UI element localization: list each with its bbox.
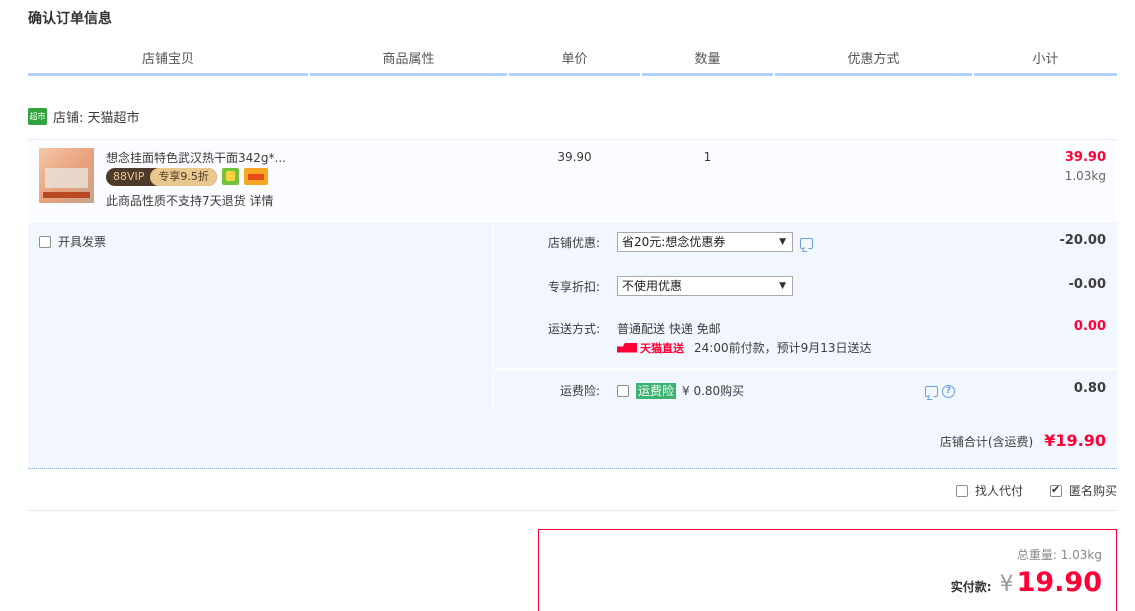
divider [28,510,1117,511]
exclusive-discount-row: 专享折扣: 不使用优惠 ▼ -0.00 [495,266,1117,308]
shop-total-label: 店铺合计(含运费) [939,435,1034,449]
product-thumbnail[interactable] [39,148,94,203]
pay-value: 19.90 [1016,567,1102,598]
quantity: 1 [703,150,712,164]
find-payer-label: 找人代付 [974,484,1023,498]
exclusive-discount-select[interactable]: 不使用优惠 ▼ [617,276,793,296]
invoice-section: 开具发票 [28,222,494,412]
order-item-row: 想念挂面特色武汉热干面342g*... 88VIP 专享9.5折 此商品性质不支… [28,139,1117,220]
help-icon[interactable]: ? [942,385,955,398]
actual-payment: 实付款: ¥ 19.90 [951,567,1102,598]
tmall-supermarket-icon: 超市 [28,107,47,125]
order-table-header: 店铺宝贝 商品属性 单价 数量 优惠方式 小计 [28,50,1117,76]
pay-currency: ¥ [999,572,1014,597]
insurance-amount: 0.80 [1073,381,1106,396]
exclusive-discount-amount: -0.00 [1068,277,1106,292]
store-discount-select[interactable]: 省20元:想念优惠券 ▼ [617,232,793,252]
shipping-row: 运送方式: 普通配送 快递 免邮 天猫直送 24:00前付款，预计9月13日送达… [495,308,1117,369]
header-unit-price: 单价 [509,50,640,76]
header-attributes: 商品属性 [310,50,507,76]
vip-discount-text: 专享9.5折 [150,167,217,186]
comment-icon[interactable] [925,386,938,397]
pay-label: 实付款: [950,580,992,594]
header-discount-method: 优惠方式 [775,50,972,76]
comment-icon[interactable] [800,238,813,249]
return-policy-note[interactable]: 此商品性质不支持7天退货 详情 [106,192,273,209]
insurance-tag: 运费险 [636,382,677,399]
shipping-eta-line: 天猫直送 24:00前付款，预计9月13日送达 [617,339,872,356]
shipping-label: 运送方式: [547,322,600,336]
store-discount-amount: -20.00 [1059,233,1106,248]
insurance-option: 运费险 ¥ 0.80购买 [617,382,744,399]
promo-badges: 88VIP 专享9.5折 [106,167,268,186]
insurance-price: ¥ 0.80购买 [682,384,745,398]
total-weight: 总重量: 1.03kg [1016,548,1102,562]
order-options-panel: 开具发票 店铺优惠: 省20元:想念优惠券 ▼ -20.00 专享折扣: 不使用… [28,222,1117,469]
shop-total: 店铺合计(含运费) ¥19.90 [940,431,1106,450]
shipping-eta: 24:00前付款，预计9月13日送达 [694,341,872,355]
invoice-checkbox[interactable] [39,235,51,248]
store-discount-row: 店铺优惠: 省20元:想念优惠券 ▼ -20.00 [495,222,1117,266]
vip-label: 88VIP [113,169,145,183]
extra-options: 找人代付 匿名购买 [929,482,1117,499]
credit-card-icon[interactable] [243,168,268,185]
store-discount-value: 省20元:想念优惠券 [622,235,726,249]
shop-line: 超市 店铺: 天猫超市 [28,106,140,126]
shop-name[interactable]: 店铺: 天猫超市 [53,107,140,126]
shipping-method: 普通配送 快递 免邮 [617,322,721,336]
invoice-label: 开具发票 [58,235,107,249]
discount-shipping-section: 店铺优惠: 省20元:想念优惠券 ▼ -20.00 专享折扣: 不使用优惠 ▼ … [495,222,1117,412]
exclusive-discount-value: 不使用优惠 [622,279,683,293]
invoice-option[interactable]: 开具发票 [39,233,106,250]
insurance-checkbox[interactable] [617,384,629,397]
vip-discount-badge: 88VIP 专享9.5折 [106,167,217,186]
find-payer-checkbox[interactable] [955,484,968,497]
item-subtotal: 39.90 [1064,150,1106,165]
store-discount-label: 店铺优惠: [547,236,600,250]
find-payer-option[interactable]: 找人代付 [955,482,1023,499]
dropdown-arrow-icon: ▼ [779,237,786,247]
service-guarantee-icon[interactable] [221,168,239,185]
header-subtotal: 小计 [974,50,1117,76]
anonymous-option[interactable]: 匿名购买 [1049,482,1117,499]
exclusive-discount-label: 专享折扣: [547,280,600,294]
payment-summary: 总重量: 1.03kg 实付款: ¥ 19.90 [538,529,1117,611]
dropdown-arrow-icon: ▼ [779,281,786,291]
shipping-insurance-row: 运费险: 运费险 ¥ 0.80购买 ? 0.80 [495,369,1117,412]
anonymous-checkbox[interactable] [1049,483,1062,497]
unit-price: 39.90 [557,150,592,164]
tmall-car-icon [617,342,637,353]
product-title-link[interactable]: 想念挂面特色武汉热干面342g*... [106,149,286,166]
shop-total-value: ¥19.90 [1044,431,1106,450]
page-title: 确认订单信息 [28,11,112,27]
tmall-direct-text: 天猫直送 [640,341,684,355]
shipping-amount: 0.00 [1073,319,1106,334]
insurance-label: 运费险: [559,384,600,398]
item-weight: 1.03kg [1064,169,1106,183]
header-quantity: 数量 [642,50,773,76]
anonymous-label: 匿名购买 [1068,484,1117,498]
tmall-direct-logo: 天猫直送 [617,340,684,356]
header-shop-item: 店铺宝贝 [28,50,308,76]
